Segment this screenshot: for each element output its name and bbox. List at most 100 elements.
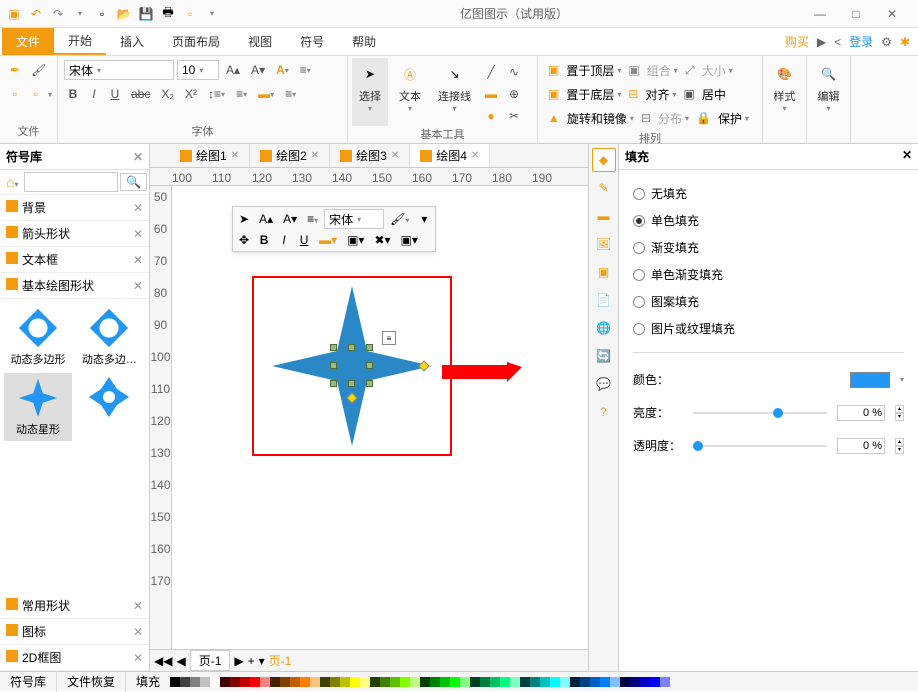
send-back-icon[interactable]: ▣ bbox=[544, 84, 563, 104]
color-chip[interactable] bbox=[440, 677, 450, 687]
comment-tool-icon[interactable]: 💬 bbox=[592, 372, 616, 396]
circle-icon[interactable]: ● bbox=[481, 106, 501, 126]
rect-icon[interactable]: ▬ bbox=[481, 84, 501, 104]
color-chip[interactable] bbox=[240, 677, 250, 687]
layers-tool-icon[interactable]: ▣ bbox=[592, 260, 616, 284]
help-tool-icon[interactable]: ? bbox=[592, 400, 616, 424]
brightness-input[interactable] bbox=[837, 405, 885, 421]
resize-handle[interactable] bbox=[366, 344, 373, 351]
tab-drawing2[interactable]: 绘图2✕ bbox=[250, 144, 330, 167]
color-chip[interactable] bbox=[520, 677, 530, 687]
color-chip[interactable] bbox=[210, 677, 220, 687]
home-icon[interactable]: ⌂▾ bbox=[2, 172, 22, 192]
ft-brush-icon[interactable]: 🖌▾ bbox=[386, 210, 413, 228]
font-name-combo[interactable]: 宋体 bbox=[64, 60, 174, 80]
maximize-button[interactable]: □ bbox=[842, 2, 870, 26]
color-chip[interactable] bbox=[170, 677, 180, 687]
color-chip[interactable] bbox=[390, 677, 400, 687]
color-chip[interactable] bbox=[190, 677, 200, 687]
fill-option-pattern[interactable]: 图案填充 bbox=[633, 288, 904, 315]
menu-view[interactable]: 视图 bbox=[234, 28, 286, 55]
resize-handle[interactable] bbox=[366, 362, 373, 369]
panel-close-icon[interactable]: ✕ bbox=[133, 150, 143, 164]
ft-font-decrease-icon[interactable]: A▾ bbox=[279, 210, 301, 228]
color-chip[interactable] bbox=[180, 677, 190, 687]
resize-handle[interactable] bbox=[366, 380, 373, 387]
cloud-icon[interactable]: < bbox=[834, 35, 841, 49]
export-icon[interactable]: ▫ bbox=[180, 4, 200, 24]
opacity-slider[interactable] bbox=[693, 445, 827, 447]
cat-icons[interactable]: 图标✕ bbox=[0, 619, 149, 645]
color-chip[interactable] bbox=[350, 677, 360, 687]
color-chip[interactable] bbox=[610, 677, 620, 687]
color-chip[interactable] bbox=[570, 677, 580, 687]
page-add-icon[interactable]: + bbox=[248, 654, 255, 668]
color-chip[interactable] bbox=[320, 677, 330, 687]
align-text-icon[interactable]: ≡▾ bbox=[281, 84, 300, 104]
status-tab-recovery[interactable]: 文件恢复 bbox=[57, 671, 126, 692]
cat-textbox[interactable]: 文本框✕ bbox=[0, 247, 149, 273]
line-icon[interactable]: ╱ bbox=[481, 62, 501, 82]
shape-star[interactable]: 动态星形 bbox=[4, 373, 72, 441]
color-dropdown-icon[interactable]: ▾ bbox=[900, 375, 904, 384]
color-chip[interactable] bbox=[340, 677, 350, 687]
group-icon[interactable]: ▣ bbox=[624, 60, 643, 80]
bring-front-label[interactable]: 置于顶层 bbox=[566, 62, 614, 79]
qat-dropdown[interactable]: ▾ bbox=[202, 4, 222, 24]
resize-handle[interactable] bbox=[348, 344, 355, 351]
color-chip[interactable] bbox=[630, 677, 640, 687]
minimize-button[interactable]: — bbox=[806, 2, 834, 26]
ft-dropdown-icon[interactable]: ▾ bbox=[415, 210, 433, 228]
line-tool-icon[interactable]: ✎ bbox=[592, 176, 616, 200]
center-label[interactable]: 居中 bbox=[702, 86, 726, 103]
bold-button[interactable]: B bbox=[64, 84, 82, 104]
cat-close-icon[interactable]: ✕ bbox=[133, 279, 143, 293]
text-tool[interactable]: Ⓐ文本▾ bbox=[392, 58, 428, 126]
style-button[interactable]: 🎨样式▾ bbox=[767, 58, 802, 117]
fill-option-mono-gradient[interactable]: 单色渐变填充 bbox=[633, 261, 904, 288]
ft-font-increase-icon[interactable]: A▴ bbox=[255, 210, 277, 228]
cat-close-icon[interactable]: ✕ bbox=[133, 651, 143, 665]
cat-basic-shapes[interactable]: 基本绘图形状✕ bbox=[0, 273, 149, 299]
fill-tool-icon[interactable]: ◆ bbox=[592, 148, 616, 172]
color-chip[interactable] bbox=[660, 677, 670, 687]
strike-button[interactable]: abc bbox=[127, 84, 154, 104]
color-chip[interactable] bbox=[640, 677, 650, 687]
copy-icon[interactable]: ▫ bbox=[6, 84, 24, 104]
color-chip[interactable] bbox=[530, 677, 540, 687]
protect-label[interactable]: 保护 bbox=[718, 110, 742, 127]
page-name[interactable]: 页-1 bbox=[269, 652, 292, 669]
font-size-combo[interactable]: 10 bbox=[177, 60, 219, 80]
color-chip[interactable] bbox=[580, 677, 590, 687]
tab-drawing3[interactable]: 绘图3✕ bbox=[330, 144, 410, 167]
cat-close-icon[interactable]: ✕ bbox=[133, 625, 143, 639]
color-chip[interactable] bbox=[410, 677, 420, 687]
highlight-icon[interactable]: ▬▾ bbox=[254, 84, 278, 104]
color-chip[interactable] bbox=[250, 677, 260, 687]
color-picker[interactable] bbox=[850, 372, 890, 388]
size-icon[interactable]: ⤢ bbox=[681, 60, 699, 80]
cat-2dbox[interactable]: 2D框图✕ bbox=[0, 645, 149, 671]
color-chip[interactable] bbox=[400, 677, 410, 687]
ft-bold-button[interactable]: B bbox=[255, 231, 273, 249]
page-nav-prev-icon[interactable]: ◀ bbox=[176, 654, 185, 668]
color-chip[interactable] bbox=[220, 677, 230, 687]
bullets-icon[interactable]: ≡▾ bbox=[296, 60, 315, 80]
ft-move-icon[interactable]: ✥ bbox=[235, 231, 253, 249]
rotate-label[interactable]: 旋转和镜像 bbox=[567, 110, 627, 127]
globe-tool-icon[interactable]: 🌐 bbox=[592, 316, 616, 340]
gear-icon[interactable]: ⚙ bbox=[881, 35, 892, 49]
color-chip[interactable] bbox=[380, 677, 390, 687]
color-chip[interactable] bbox=[540, 677, 550, 687]
spinner-up-icon[interactable]: ▴ bbox=[895, 438, 904, 446]
page-nav-next-icon[interactable]: ▶ bbox=[234, 654, 243, 668]
edit-button[interactable]: 🔍编辑▾ bbox=[811, 58, 846, 117]
center-icon[interactable]: ▣ bbox=[679, 84, 698, 104]
color-chip[interactable] bbox=[270, 677, 280, 687]
format-painter-icon[interactable]: ✒ bbox=[6, 60, 24, 80]
font-increase-icon[interactable]: A▴ bbox=[222, 60, 244, 80]
search-input[interactable] bbox=[24, 172, 118, 192]
cat-close-icon[interactable]: ✕ bbox=[133, 599, 143, 613]
ft-color-icon[interactable]: ▬▾ bbox=[315, 231, 341, 249]
ft-italic-button[interactable]: I bbox=[275, 231, 293, 249]
